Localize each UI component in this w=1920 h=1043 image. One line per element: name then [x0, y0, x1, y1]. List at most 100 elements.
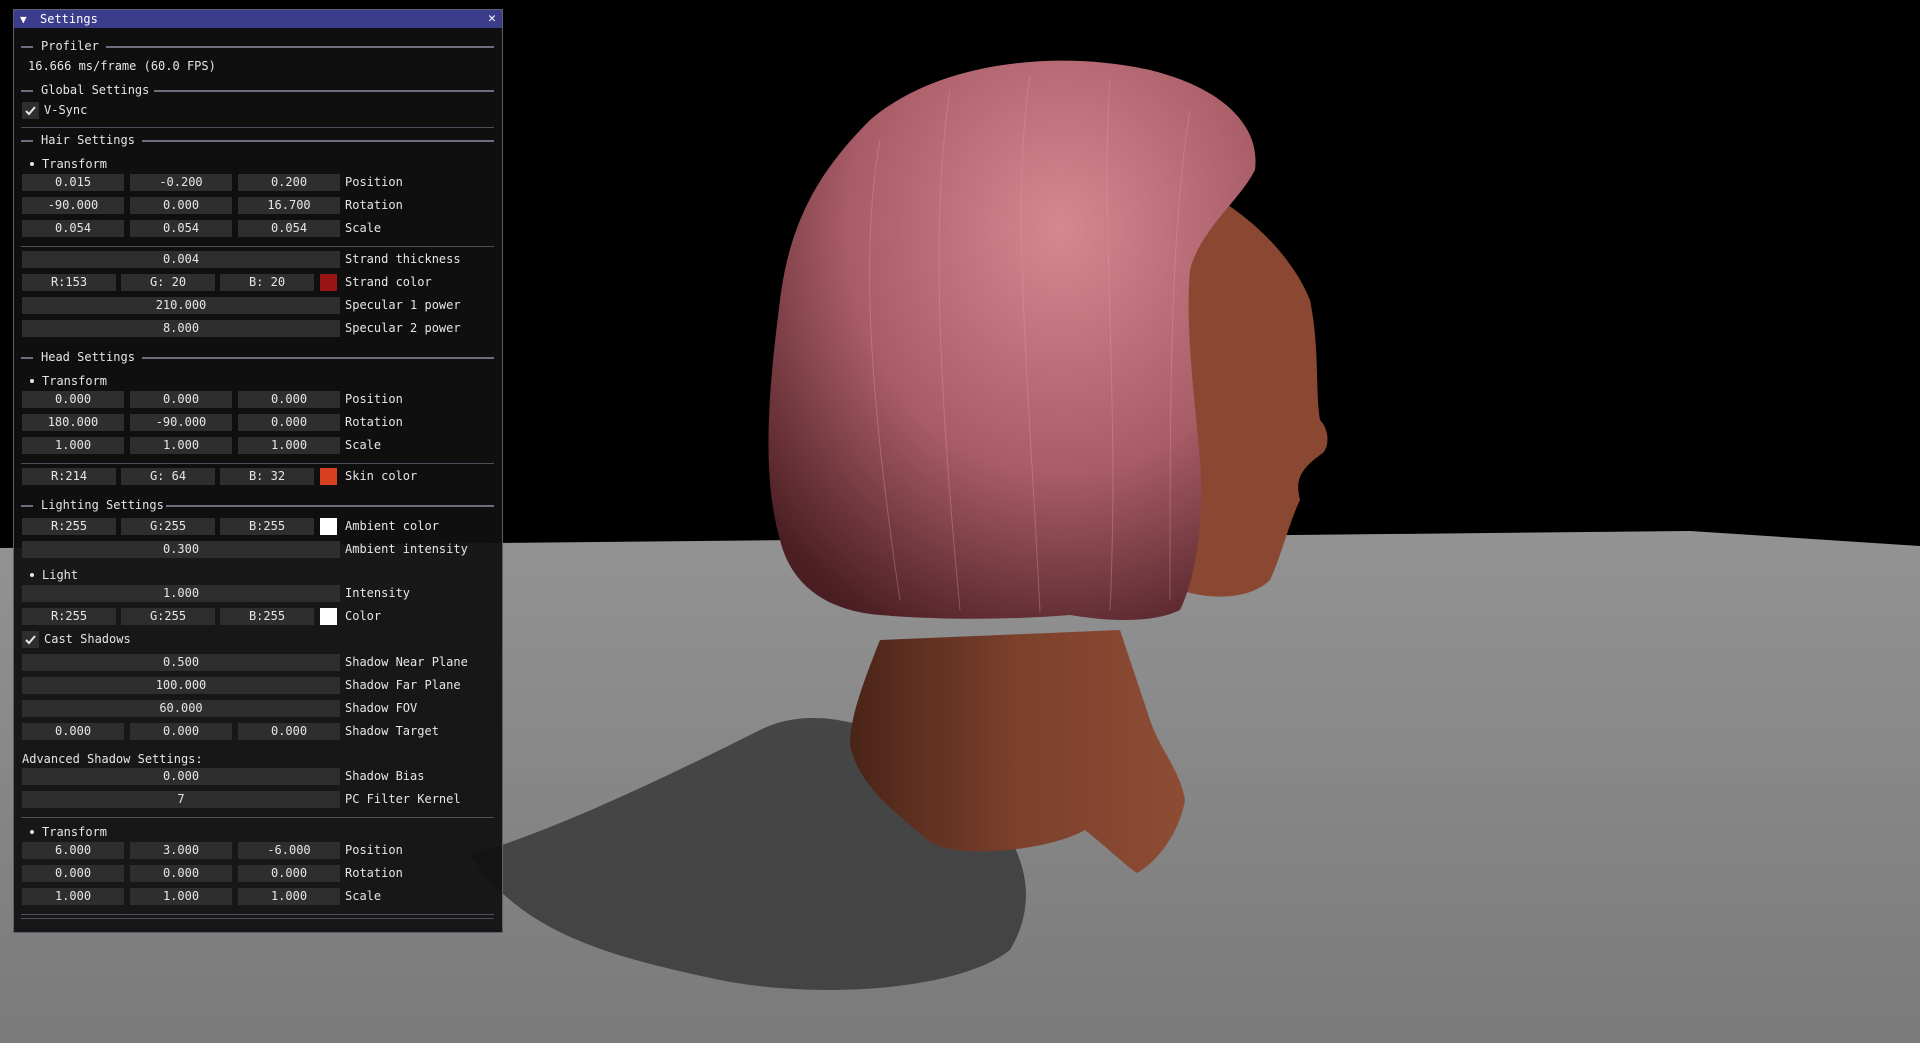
strand-color-r[interactable]: R:153 — [22, 274, 116, 291]
shadow-target-y[interactable]: 0.000 — [130, 723, 232, 740]
hair-scale-z[interactable]: 0.054 — [238, 220, 340, 237]
head-position-z[interactable]: 0.000 — [238, 391, 340, 408]
light-position-z[interactable]: -6.000 — [238, 842, 340, 859]
triangle-down-icon[interactable]: ▼ — [20, 13, 32, 26]
ambient-intensity-slider[interactable]: 0.300 — [22, 541, 340, 558]
shadow-bias-label: Shadow Bias — [345, 769, 425, 783]
light-position-label: Position — [345, 843, 403, 857]
global-settings-header: Global Settings — [21, 83, 494, 97]
advanced-shadow-settings-label: Advanced Shadow Settings: — [22, 752, 203, 766]
settings-title-bar[interactable]: ▼ Settings ✕ — [14, 10, 502, 28]
hair-position-z[interactable]: 0.200 — [238, 174, 340, 191]
settings-window-title: Settings — [40, 12, 98, 26]
head-scale-y[interactable]: 1.000 — [130, 437, 232, 454]
hair-rotation-label: Rotation — [345, 198, 403, 212]
light-scale-z[interactable]: 1.000 — [238, 888, 340, 905]
shadow-far-plane-slider[interactable]: 100.000 — [22, 677, 340, 694]
light-scale-x[interactable]: 1.000 — [22, 888, 124, 905]
strand-thickness-slider[interactable]: 0.004 — [22, 251, 340, 268]
settings-window[interactable]: ▼ Settings ✕ Profiler 16.666 ms/frame (6… — [13, 9, 503, 933]
light-position-y[interactable]: 3.000 — [130, 842, 232, 859]
hair-scale-y[interactable]: 0.054 — [130, 220, 232, 237]
checkmark-icon — [25, 106, 36, 116]
skin-color-r[interactable]: R:214 — [22, 468, 116, 485]
separator — [21, 246, 494, 247]
pc-filter-kernel-slider[interactable]: 7 — [22, 791, 340, 808]
head-transform-label: Transform — [42, 374, 108, 388]
head-position-x[interactable]: 0.000 — [22, 391, 124, 408]
bullet-icon — [30, 573, 34, 577]
light-scale-label: Scale — [345, 889, 382, 903]
head-rotation-y[interactable]: -90.000 — [130, 414, 232, 431]
hair-scale-x[interactable]: 0.054 — [22, 220, 124, 237]
hair-position-y[interactable]: -0.200 — [130, 174, 232, 191]
shadow-far-plane-label: Shadow Far Plane — [345, 678, 461, 692]
skin-color-g[interactable]: G: 64 — [121, 468, 215, 485]
pc-filter-kernel-label: PC Filter Kernel — [345, 792, 461, 806]
separator — [21, 817, 494, 818]
light-rotation-x[interactable]: 0.000 — [22, 865, 124, 882]
ambient-color-b[interactable]: B:255 — [220, 518, 314, 535]
cast-shadows-checkbox[interactable] — [22, 631, 39, 648]
shadow-target-x[interactable]: 0.000 — [22, 723, 124, 740]
skin-color-b[interactable]: B: 32 — [220, 468, 314, 485]
separator — [21, 463, 494, 464]
shadow-near-plane-slider[interactable]: 0.500 — [22, 654, 340, 671]
ambient-color-label: Ambient color — [345, 519, 439, 533]
shadow-fov-label: Shadow FOV — [345, 701, 418, 715]
light-intensity-slider[interactable]: 1.000 — [22, 585, 340, 602]
shadow-bias-slider[interactable]: 0.000 — [22, 768, 340, 785]
strand-thickness-label: Strand thickness — [345, 252, 461, 266]
hair-position-label: Position — [345, 175, 403, 189]
shadow-target-label: Shadow Target — [345, 724, 439, 738]
strand-color-g[interactable]: G: 20 — [121, 274, 215, 291]
vsync-label: V-Sync — [44, 103, 88, 117]
light-color-b[interactable]: B:255 — [220, 608, 314, 625]
hair-position-x[interactable]: 0.015 — [22, 174, 124, 191]
head-rotation-label: Rotation — [345, 415, 403, 429]
strand-color-b[interactable]: B: 20 — [220, 274, 314, 291]
light-color-r[interactable]: R:255 — [22, 608, 116, 625]
ambient-color-swatch[interactable] — [320, 518, 337, 535]
head-position-label: Position — [345, 392, 403, 406]
ambient-intensity-label: Ambient intensity — [345, 542, 468, 556]
hair-rotation-x[interactable]: -90.000 — [22, 197, 124, 214]
checkmark-icon — [25, 635, 36, 645]
lighting-settings-header: Lighting Settings — [21, 498, 494, 512]
head-scale-z[interactable]: 1.000 — [238, 437, 340, 454]
light-position-x[interactable]: 6.000 — [22, 842, 124, 859]
light-color-swatch[interactable] — [320, 608, 337, 625]
ambient-color-g[interactable]: G:255 — [121, 518, 215, 535]
separator — [21, 918, 494, 919]
specular-2-power-slider[interactable]: 8.000 — [22, 320, 340, 337]
bullet-icon — [30, 162, 34, 166]
close-icon[interactable]: ✕ — [488, 11, 496, 26]
hair-rotation-y[interactable]: 0.000 — [130, 197, 232, 214]
vsync-checkbox[interactable] — [22, 102, 39, 119]
light-rotation-y[interactable]: 0.000 — [130, 865, 232, 882]
strand-color-swatch[interactable] — [320, 274, 337, 291]
light-intensity-label: Intensity — [345, 586, 411, 600]
profiler-header-label: Profiler — [41, 39, 99, 53]
hair-rotation-z[interactable]: 16.700 — [238, 197, 340, 214]
shadow-near-plane-label: Shadow Near Plane — [345, 655, 468, 669]
ambient-color-r[interactable]: R:255 — [22, 518, 116, 535]
bullet-icon — [30, 830, 34, 834]
light-scale-y[interactable]: 1.000 — [130, 888, 232, 905]
head-rotation-z[interactable]: 0.000 — [238, 414, 340, 431]
light-node-label: Light — [42, 568, 79, 582]
specular-1-power-slider[interactable]: 210.000 — [22, 297, 340, 314]
shadow-fov-slider[interactable]: 60.000 — [22, 700, 340, 717]
head-rotation-x[interactable]: 180.000 — [22, 414, 124, 431]
light-rotation-z[interactable]: 0.000 — [238, 865, 340, 882]
skin-color-swatch[interactable] — [320, 468, 337, 485]
head-scale-x[interactable]: 1.000 — [22, 437, 124, 454]
specular-1-power-label: Specular 1 power — [345, 298, 461, 312]
hair-scale-label: Scale — [345, 221, 382, 235]
shadow-target-z[interactable]: 0.000 — [238, 723, 340, 740]
separator — [21, 914, 494, 915]
light-color-g[interactable]: G:255 — [121, 608, 215, 625]
head-position-y[interactable]: 0.000 — [130, 391, 232, 408]
light-rotation-label: Rotation — [345, 866, 403, 880]
specular-2-power-label: Specular 2 power — [345, 321, 461, 335]
